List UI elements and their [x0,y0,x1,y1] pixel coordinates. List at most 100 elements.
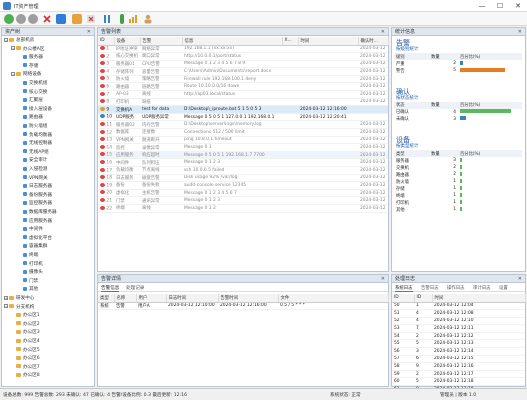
tree-item[interactable]: VPN网关 [18,175,48,181]
table-row[interactable]: 系统 告警 用户A 2024-03-12 12:10:00 2024-03-12… [98,302,388,311]
close-icon[interactable]: ✕ [87,28,91,36]
log-tab[interactable]: 设置 [499,285,508,291]
close-button[interactable]: ✕ [509,0,527,12]
tree-item[interactable]: 办公区3 [11,329,40,335]
export-icon[interactable] [72,14,82,24]
expand-toggle-icon[interactable]: − [4,304,8,309]
tree-item[interactable]: 接入层设备 [18,106,52,112]
tree-item[interactable]: 负载均衡器 [18,132,52,138]
minimize-button[interactable]: — [473,0,491,12]
tree-item[interactable]: 备份服务器 [18,192,52,198]
table-row[interactable]: 1 IP地址冲突 网络异常 192.168.1.1 (xx:xx:xx) 2024-03… [98,45,388,54]
table-row[interactable]: 50 1 2024-03-12 12:04 [392,302,525,311]
expand-toggle-icon[interactable]: − [11,46,15,51]
tree-item[interactable]: 汇聚层 [18,97,43,103]
tree-item[interactable]: 监控服务器 [18,200,52,206]
cancel-icon[interactable] [86,14,96,24]
tree-item[interactable]: 办公区6 [11,355,40,361]
table-row[interactable]: 20 虚拟化 主机告警 Message 0 1 2 3 4 5 6 7 2024-03-… [98,189,388,198]
table-row[interactable]: 8 打印机 缺纸 2024-03-12 [98,98,388,107]
settings-icon[interactable] [128,14,138,24]
expand-toggle-icon[interactable]: + [4,295,8,300]
tree-item[interactable]: − 办公楼A区 [11,46,45,52]
log-tab[interactable]: 操作日志 [447,285,465,291]
table-row[interactable]: 12 数据库 连接数 Connections 512 / 500 limit 2024-… [98,128,388,137]
tree-item[interactable]: 办公区5 [11,347,40,353]
column-header[interactable]: ID [392,294,415,303]
table-row[interactable]: 53 7 2024-03-12 12:11 [392,324,525,333]
table-row[interactable]: 14 监控 录像异常 Message 0 1 2024-03-12 [98,143,388,152]
tree-item[interactable]: 入侵检测 [18,166,47,172]
table-row[interactable]: 9 交换机A test for data D:\Desktop\_iproute.ba… [98,105,388,114]
column-header[interactable]: ID [98,37,115,46]
tree-item[interactable]: 存储 [18,63,38,69]
column-header[interactable]: X... [282,37,299,46]
tree-item[interactable]: 终端 [18,252,38,258]
tree-item[interactable]: 办公区1 [11,312,40,318]
tree-item[interactable]: 摄像头 [18,269,43,275]
start-icon[interactable] [120,14,124,24]
tree-item[interactable]: 办公区7 [11,364,40,370]
table-row[interactable]: 7 AP-03 离线 http://ap03.local/status 2024-03-… [98,90,388,99]
delete-icon[interactable] [42,14,52,24]
table-row[interactable]: 21 门禁 通讯异常 Message 0 1 2 3 2024-03-12 [98,196,388,205]
refresh-icon[interactable] [56,14,66,24]
table-row[interactable]: 13 VPN网关 隧道断开 ping 10.8.0.1 timeout 2024-03-… [98,136,388,145]
column-header[interactable]: 信息 [182,37,283,46]
expand-toggle-icon[interactable]: − [4,37,8,42]
table-row[interactable]: 19 备份 备份失败 audit-console.service 12345 2024-… [98,181,388,190]
column-header[interactable]: 确认时... [358,37,389,46]
tree-item[interactable]: − 网络设备 [11,71,41,77]
tree-item[interactable]: 服务器 [18,54,43,60]
tree-item[interactable]: 防火墙组 [18,123,47,129]
column-header[interactable]: 日志时间 [166,294,219,303]
tab-handle-log[interactable]: 处理记录 [126,285,144,291]
tab-alarm-info[interactable]: 告警信息 [101,285,120,292]
table-row[interactable]: 60 5 2024-03-12 12:18 [392,377,525,387]
close-icon[interactable]: ✕ [381,275,385,283]
table-row[interactable]: 4 存储阵列 容量告警 C:\Users\Admin\Documents\report… [98,67,388,76]
close-icon[interactable]: ✕ [518,275,522,283]
table-row[interactable]: 56 3 2024-03-12 12:14 [392,347,525,356]
column-header[interactable]: 时间 [432,294,526,303]
tree-item[interactable]: 办公区2 [11,321,40,327]
tree-item[interactable]: 路由器 [18,114,43,120]
table-row[interactable]: 18 日志服务 磁盘告警 Disk usage 92% /var/log 2024-03… [98,174,388,183]
column-header[interactable]: 文件 [278,294,389,303]
table-row[interactable]: 6 路由器 链路告警 Route 10.10.0.0/16 down 2024-03-1… [98,82,388,92]
table-row[interactable]: 59 2 2024-03-12 12:17 [392,370,525,379]
column-header[interactable]: 设备 [114,37,141,46]
maximize-button[interactable]: ☐ [491,0,509,12]
tree-item[interactable]: − 分支机构 [4,304,34,310]
table-row[interactable]: 5 防火墙 策略告警 Firewall rule 192.168.100.1 deny… [98,75,388,84]
column-header[interactable]: 时间 [298,37,359,46]
tree-item[interactable]: 中间件 [18,226,43,232]
tree-item[interactable]: 日志服务器 [18,183,52,189]
column-header[interactable]: 告警 [140,37,183,46]
log-tab[interactable]: 审计日志 [473,285,491,291]
close-icon[interactable]: ✕ [381,28,385,36]
log-tab[interactable]: 告警日志 [421,285,439,291]
edit-icon[interactable] [16,14,26,24]
tree-item[interactable]: 其他 [18,286,38,292]
log-tab[interactable]: 系统日志 [395,285,413,292]
table-row[interactable]: 17 负载均衡 节点离线 ssh 10.0.0.5 failed 2024-03-12 [98,166,388,175]
tree-item[interactable]: 容器集群 [18,243,47,249]
table-row[interactable]: 55 5 2024-03-12 12:13 [392,339,525,349]
search-icon[interactable] [28,14,38,24]
table-row[interactable]: 2 核心交换机 端口异常 http://10.0.0.1/port/status 202… [98,52,388,61]
tree-item[interactable]: 数据库服务器 [18,209,57,215]
table-row[interactable]: 54 2 2024-03-12 12:12 [392,332,525,341]
table-row[interactable]: 52 4 2024-03-12 12:10 [392,317,525,326]
tree-item[interactable]: 办公区8 [11,372,40,378]
tree-item[interactable]: 虚拟化平台 [18,235,52,241]
close-icon[interactable]: ✕ [518,28,522,36]
tree-item[interactable]: 无线AP组 [18,149,49,155]
column-header[interactable]: 名称 [114,294,137,303]
pause-icon[interactable] [102,14,112,24]
column-header[interactable]: 用户 [136,294,167,303]
tree-item[interactable]: 办公区4 [11,338,40,344]
column-header[interactable]: 告警时间 [218,294,279,303]
table-row[interactable]: 22 终端 离线 Message 0 1 2 2024-03-12 [98,204,388,213]
tree-item[interactable]: 无线控制器 [18,140,52,146]
